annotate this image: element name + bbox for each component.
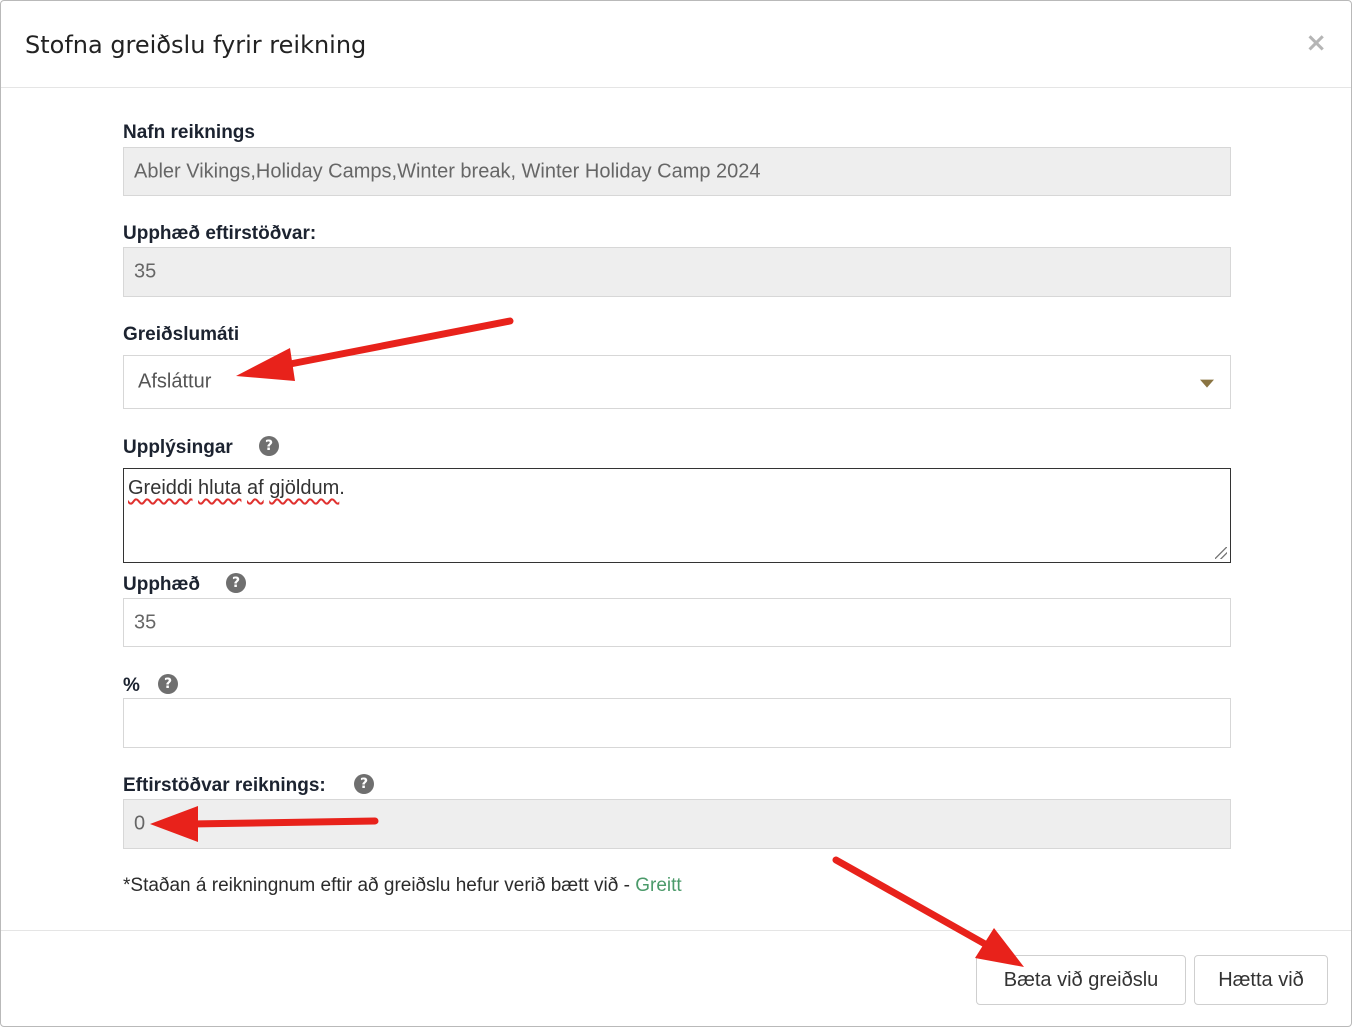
remaining-amount-value: 35 — [134, 260, 157, 283]
cancel-button[interactable]: Hætta við — [1194, 955, 1328, 1005]
amount-label: Upphæð — [123, 574, 201, 595]
amount-value: 35 — [134, 611, 157, 633]
spell-word: af — [246, 477, 264, 499]
balance-note: *Staðan á reikningnum eftir að greiðslu … — [123, 875, 682, 897]
invoice-name-field: Abler Vikings,Holiday Camps,Winter break… — [123, 147, 1231, 196]
sentence-period: . — [339, 477, 345, 499]
payment-method-value: Afsláttur — [138, 370, 212, 393]
percent-label: % — [123, 675, 140, 696]
invoice-balance-label: Eftirstöðvar reiknings: — [123, 775, 326, 796]
percent-input[interactable] — [123, 698, 1231, 748]
information-label: Upplýsingar — [123, 437, 233, 458]
help-icon[interactable]: ? — [354, 774, 374, 794]
spell-word: Greiddi — [128, 477, 193, 499]
modal-title: Stofna greiðslu fyrir reikning — [25, 31, 367, 59]
invoice-name-label: Nafn reiknings — [123, 122, 255, 143]
modal-footer: Bæta við greiðslu Hætta við — [1, 930, 1351, 1026]
payment-method-select[interactable]: Afsláttur — [123, 355, 1231, 409]
chevron-down-icon — [1200, 379, 1214, 388]
balance-note-text: *Staðan á reikningnum eftir að greiðslu … — [123, 875, 636, 896]
help-icon[interactable]: ? — [259, 436, 279, 456]
remaining-amount-label: Upphæð eftirstöðvar: — [123, 223, 317, 244]
invoice-balance-value: 0 — [134, 812, 146, 835]
help-icon[interactable]: ? — [158, 674, 178, 694]
add-payment-button[interactable]: Bæta við greiðslu — [976, 955, 1186, 1005]
balance-status: Greitt — [635, 875, 682, 896]
remaining-amount-field: 35 — [123, 247, 1231, 297]
invoice-name-value: Abler Vikings,Holiday Camps,Winter break… — [134, 160, 761, 182]
payment-method-label: Greiðslumáti — [123, 324, 240, 345]
resize-handle[interactable] — [1215, 547, 1227, 559]
modal-header: Stofna greiðslu fyrir reikning × — [1, 1, 1351, 88]
invoice-balance-field: 0 — [123, 799, 1231, 849]
spell-word: hluta — [198, 477, 242, 499]
close-icon[interactable]: × — [1305, 29, 1327, 57]
information-textarea[interactable]: Greiddi hluta af gjöldum. — [123, 468, 1231, 563]
spell-word: gjöldum — [269, 477, 340, 499]
payment-modal: Stofna greiðslu fyrir reikning × Nafn re… — [0, 0, 1352, 1027]
help-icon[interactable]: ? — [226, 573, 246, 593]
amount-input[interactable]: 35 — [123, 598, 1231, 647]
